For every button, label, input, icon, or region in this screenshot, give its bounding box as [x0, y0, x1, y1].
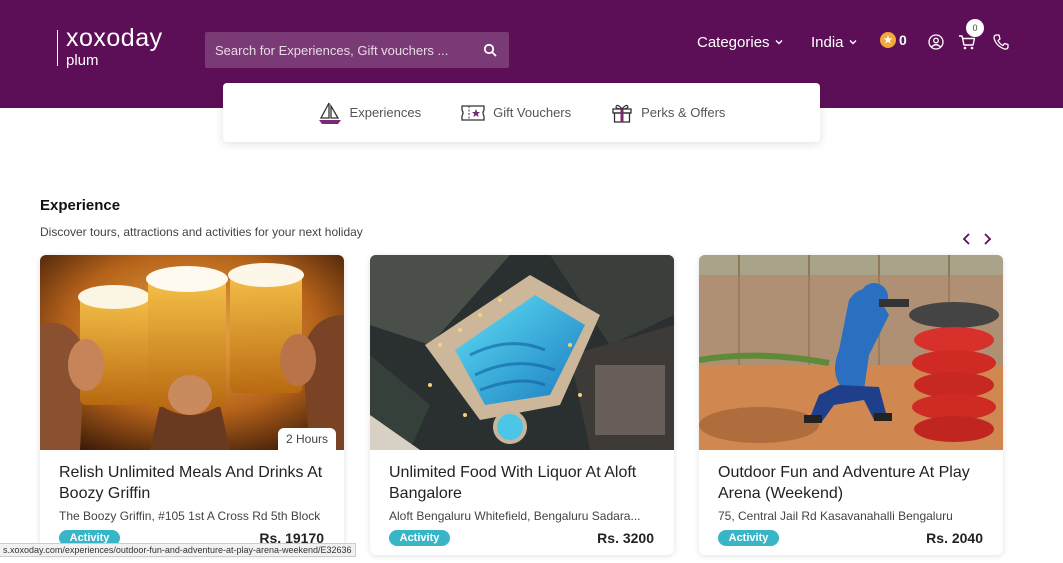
country-label: India	[811, 33, 844, 51]
category-tabs: Experiences Gift Vouchers Perks & Offers	[223, 83, 820, 142]
tab-perks-offers-label: Perks & Offers	[641, 105, 726, 120]
carousel-next-button[interactable]	[977, 229, 997, 249]
duration-badge: 2 Hours	[277, 428, 336, 450]
paintball-image	[699, 255, 1003, 450]
card-address: The Boozy Griffin, #105 1st A Cross Rd 5…	[59, 509, 321, 523]
country-selector[interactable]: India	[811, 30, 858, 54]
categories-menu[interactable]: Categories	[697, 30, 784, 54]
gift-icon	[612, 104, 632, 123]
user-icon[interactable]	[927, 33, 945, 51]
card-price: Rs. 3200	[597, 530, 654, 546]
cart-count-badge: 0	[966, 19, 984, 37]
section-title: Experience	[40, 197, 121, 214]
star-coin-icon: ★	[880, 32, 896, 48]
logo-sub: plum	[66, 52, 99, 69]
browser-status-url: s.xoxoday.com/experiences/outdoor-fun-an…	[0, 543, 356, 557]
category-badge: Activity	[718, 530, 779, 546]
phone-icon[interactable]	[992, 33, 1010, 51]
tab-experiences-label: Experiences	[349, 105, 422, 120]
brand-logo[interactable]: xoxoday plum	[57, 26, 163, 68]
card-title[interactable]: Relish Unlimited Meals And Drinks At Boo…	[59, 462, 329, 504]
search-icon[interactable]	[483, 43, 497, 57]
carousel-controls	[957, 229, 997, 249]
carousel-prev-button[interactable]	[957, 229, 977, 249]
card-price: Rs. 2040	[926, 530, 983, 546]
card-title[interactable]: Outdoor Fun and Adventure At Play Arena …	[718, 462, 988, 504]
voucher-icon	[461, 104, 485, 121]
experience-card[interactable]: Unlimited Food With Liquor At Aloft Bang…	[370, 255, 674, 555]
category-badge: Activity	[389, 530, 450, 546]
tab-perks-offers[interactable]: Perks & Offers	[611, 102, 725, 124]
chevron-down-icon	[849, 40, 857, 45]
card-title[interactable]: Unlimited Food With Liquor At Aloft Bang…	[389, 462, 659, 504]
categories-label: Categories	[697, 33, 770, 51]
sailboat-icon	[318, 102, 341, 124]
card-address: Aloft Bengaluru Whitefield, Bengaluru Sa…	[389, 509, 641, 523]
card-image[interactable]	[699, 255, 1003, 450]
coin-balance[interactable]: ★ 0	[880, 32, 907, 48]
search-bar[interactable]	[205, 32, 509, 68]
card-address: 75, Central Jail Rd Kasavanahalli Bengal…	[718, 509, 953, 523]
section-subtitle: Discover tours, attractions and activiti…	[40, 225, 363, 239]
hotel-pool-image	[370, 255, 674, 450]
logo-divider	[57, 30, 58, 66]
coin-count: 0	[899, 32, 907, 48]
experience-card[interactable]: 2 Hours Relish Unlimited Meals And Drink…	[40, 255, 344, 555]
card-image[interactable]	[370, 255, 674, 450]
chevron-down-icon	[775, 40, 783, 45]
chevron-right-icon	[984, 233, 992, 245]
search-input[interactable]	[215, 42, 483, 58]
tab-gift-vouchers[interactable]: Gift Vouchers	[461, 104, 572, 121]
card-image[interactable]: 2 Hours	[40, 255, 344, 450]
beer-toast-image	[40, 255, 344, 450]
chevron-left-icon	[962, 233, 970, 245]
logo-name: xoxoday	[66, 24, 163, 52]
experience-card[interactable]: Outdoor Fun and Adventure At Play Arena …	[699, 255, 1003, 555]
tab-experiences[interactable]: Experiences	[318, 101, 422, 125]
tab-gift-vouchers-label: Gift Vouchers	[493, 105, 572, 120]
